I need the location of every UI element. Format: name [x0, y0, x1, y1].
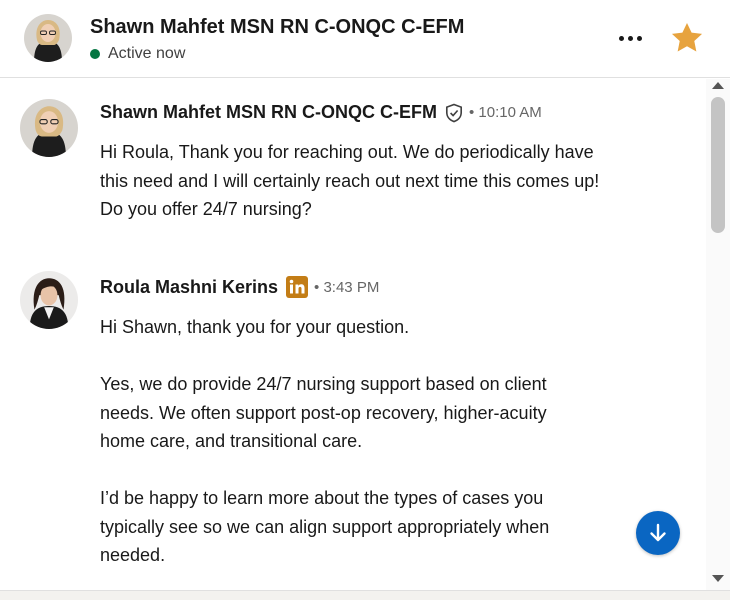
- conversation-header: Shawn Mahfet MSN RN C-ONQC C-EFM Active …: [0, 0, 730, 78]
- jump-to-latest-button[interactable]: [636, 511, 680, 555]
- message-paragraph: Hi Shawn, thank you for your question.: [100, 317, 410, 337]
- message-paragraph: Yes, we do provide 24/7 nursing support …: [100, 374, 547, 451]
- thread-scrollbar[interactable]: [706, 79, 730, 590]
- sender-name[interactable]: Roula Mashni Kerins: [100, 277, 278, 298]
- conversation-title[interactable]: Shawn Mahfet MSN RN C-ONQC C-EFM: [90, 16, 464, 39]
- more-dot: [636, 35, 642, 41]
- arrow-down-icon: [650, 523, 666, 542]
- sender-avatar[interactable]: [20, 99, 78, 157]
- more-options-button[interactable]: [612, 20, 648, 56]
- scroll-up-arrow-icon[interactable]: [712, 82, 724, 89]
- sender-avatar[interactable]: [20, 271, 78, 329]
- more-horizontal-icon: [618, 35, 624, 41]
- message-header: Shawn Mahfet MSN RN C-ONQC C-EFM • 10:10…: [100, 102, 542, 123]
- star-icon: [671, 22, 703, 52]
- composer-divider: [0, 590, 730, 600]
- presence-status: Active now: [90, 45, 185, 63]
- message-body: Hi Shawn, thank you for your question. Y…: [100, 313, 590, 570]
- status-text: Active now: [108, 45, 186, 62]
- message-time: • 3:43 PM: [314, 278, 380, 296]
- more-dot: [627, 35, 633, 41]
- message-paragraph: Hi Roula, Thank you for reaching out. We…: [100, 142, 600, 219]
- time-text: 10:10 AM: [478, 104, 542, 121]
- message-header: Roula Mashni Kerins • 3:43 PM: [100, 276, 379, 298]
- message-time: • 10:10 AM: [469, 104, 542, 121]
- time-text: 3:43 PM: [323, 278, 380, 296]
- scroll-down-arrow-icon[interactable]: [712, 575, 724, 582]
- message-paragraph: I’d be happy to learn more about the typ…: [100, 488, 550, 565]
- verified-shield-icon: [445, 103, 463, 122]
- star-button[interactable]: [668, 19, 706, 57]
- scrollbar-thumb[interactable]: [711, 97, 725, 233]
- message-thread[interactable]: Shawn Mahfet MSN RN C-ONQC C-EFM • 10:10…: [0, 79, 706, 590]
- sender-name[interactable]: Shawn Mahfet MSN RN C-ONQC C-EFM: [100, 102, 437, 123]
- avatar[interactable]: [24, 14, 72, 62]
- linkedin-icon: [286, 276, 309, 298]
- online-dot-icon: [90, 49, 100, 59]
- message-body: Hi Roula, Thank you for reaching out. We…: [100, 138, 600, 224]
